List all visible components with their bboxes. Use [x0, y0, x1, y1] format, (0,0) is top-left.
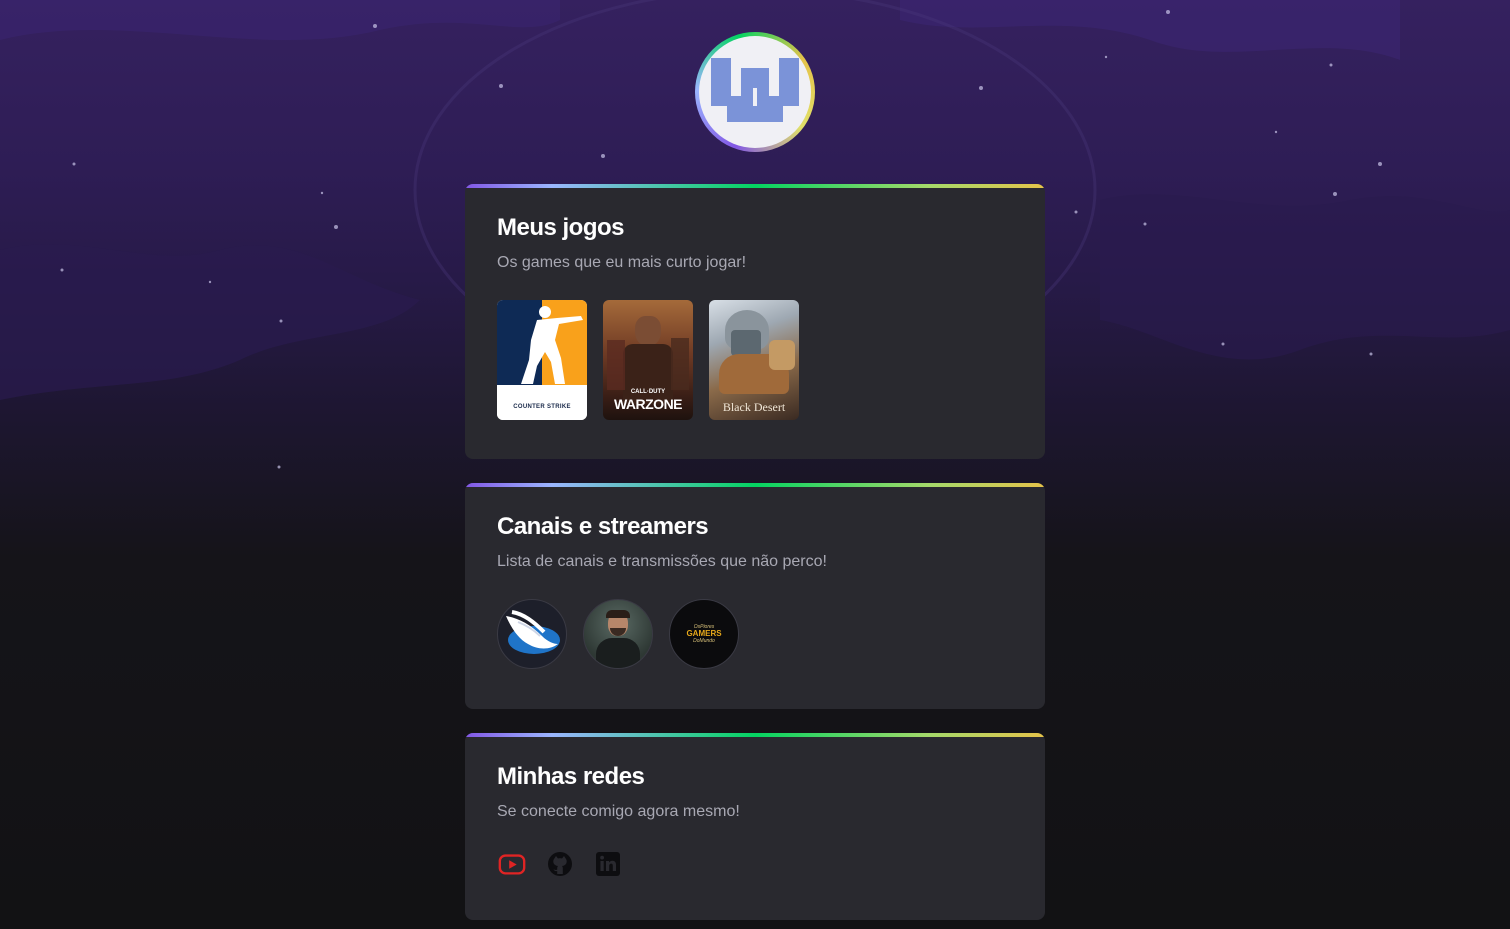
- streamer-avatar-gamers[interactable]: OsPiores GAMERS DoMundo: [669, 599, 739, 669]
- game-caption: WARZONE: [613, 396, 683, 412]
- soldier-icon: [521, 306, 583, 384]
- profile-avatar: [695, 32, 815, 152]
- linkedin-link[interactable]: [593, 849, 623, 879]
- streamer-avatar-man[interactable]: [583, 599, 653, 669]
- github-icon: [548, 852, 572, 876]
- game-caption-top: CALL·DUTY: [630, 389, 666, 395]
- game-caption: Black Desert: [722, 400, 786, 414]
- games-title: Meus jogos: [497, 214, 625, 241]
- wing-icon: [506, 610, 560, 654]
- youtube-icon: [498, 854, 526, 875]
- game-counter-strike[interactable]: COUNTER STRIKE: [497, 300, 587, 420]
- game-black-desert[interactable]: Black Desert: [709, 300, 799, 420]
- social-links: [497, 849, 1013, 879]
- games-card: Meus jogos Os games que eu mais curto jo…: [465, 184, 1045, 459]
- games-subtitle: Os games que eu mais curto jogar!: [497, 254, 747, 271]
- game-caption: COUNTER STRIKE: [513, 404, 571, 410]
- avatar-logo: [699, 36, 811, 148]
- social-card: Minhas redes Se conecte comigo agora mes…: [465, 733, 1045, 920]
- github-link[interactable]: [545, 849, 575, 879]
- streamers-title: Canais e streamers: [497, 513, 709, 540]
- streamers-card: Canais e streamers Lista de canais e tra…: [465, 483, 1045, 709]
- streamer-caption-bot: DoMundo: [693, 638, 715, 644]
- streamer-caption-mid: GAMERS: [686, 629, 722, 638]
- game-warzone[interactable]: CALL·DUTY WARZONE: [603, 300, 693, 420]
- logo-icon: [711, 58, 799, 122]
- streamers-list: OsPiores GAMERS DoMundo: [497, 599, 1013, 669]
- games-list: COUNTER STRIKE CALL·DUTY WARZONE Black D…: [497, 300, 1013, 420]
- social-subtitle: Se conecte comigo agora mesmo!: [497, 803, 740, 820]
- youtube-link[interactable]: [497, 849, 527, 879]
- streamer-avatar-wing[interactable]: [497, 599, 567, 669]
- linkedin-icon: [596, 852, 620, 876]
- streamers-subtitle: Lista de canais e transmissões que não p…: [497, 553, 827, 570]
- social-title: Minhas redes: [497, 763, 645, 790]
